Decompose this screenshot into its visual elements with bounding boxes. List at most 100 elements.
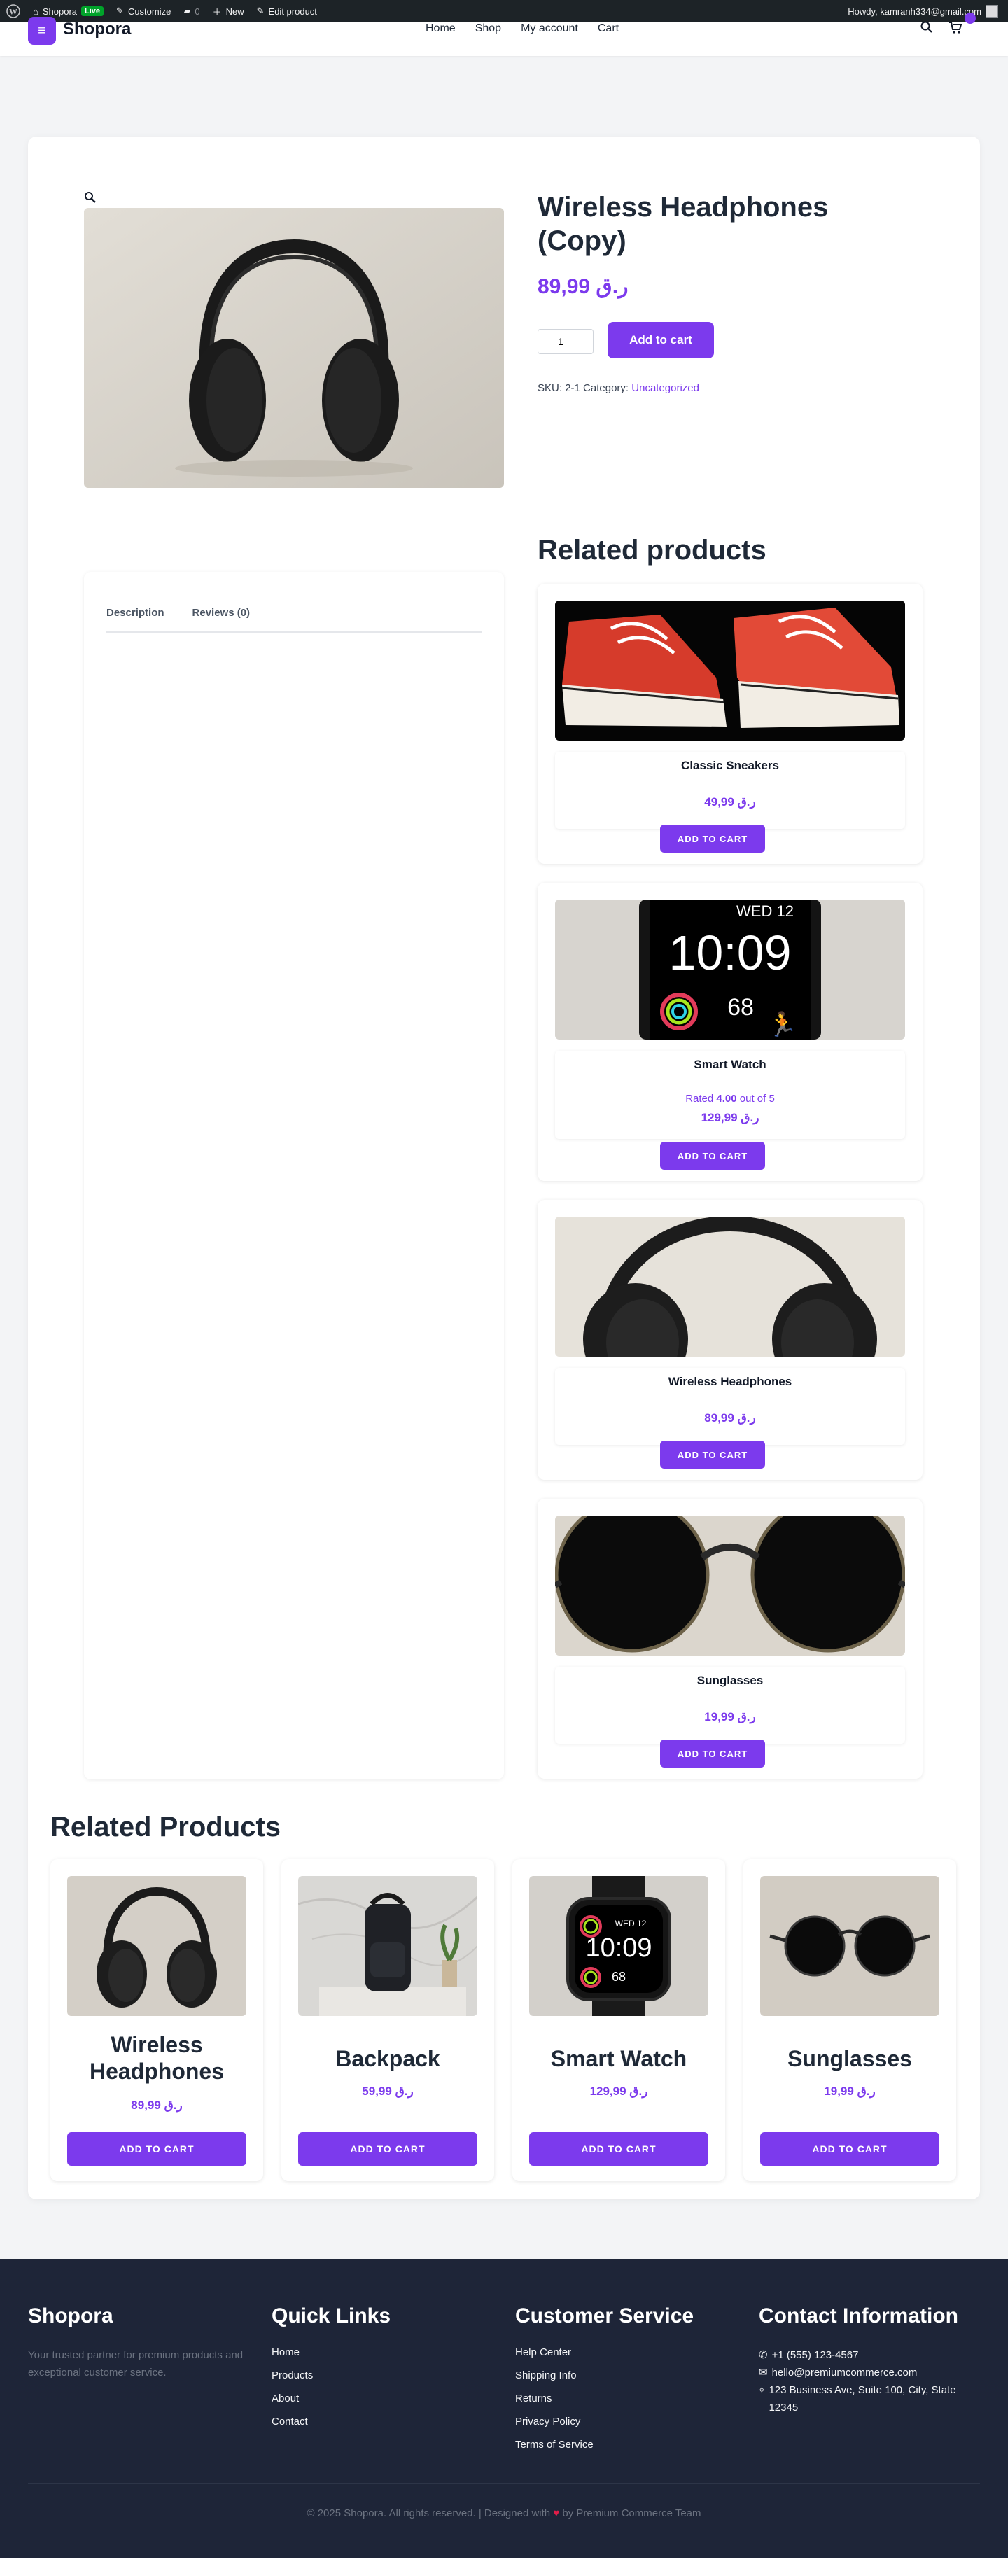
related-product-price: ر.ق 129,99 [701, 1111, 760, 1124]
edit-product-link[interactable]: ✎ Edit product [251, 0, 323, 22]
headphones-image[interactable] [67, 1876, 246, 2016]
sunglasses-image[interactable] [760, 1876, 939, 2016]
related-product-info: Sunglasses ر.ق 19,99 [555, 1667, 905, 1744]
add-to-cart-button[interactable]: ADD TO CART [298, 2132, 477, 2166]
email-text: hello@premiumcommerce.com [771, 2367, 918, 2379]
plus-icon: ＋ [212, 6, 222, 18]
product-tabs: Description Reviews (0) [106, 607, 482, 633]
customize-label: Customize [127, 6, 172, 17]
footer-link-privacy[interactable]: Privacy Policy [515, 2416, 739, 2428]
related-product-info: Classic Sneakers ر.ق 49,99 [555, 752, 905, 829]
related-product-name[interactable]: Wireless Headphones [555, 1375, 905, 1389]
footer-link-shipping[interactable]: Shipping Info [515, 2370, 739, 2382]
category-link[interactable]: Uncategorized [631, 382, 699, 394]
sunglasses-image[interactable] [555, 1516, 905, 1656]
quantity-input[interactable] [538, 329, 594, 354]
related-product-card[interactable]: Sunglasses ر.ق 19,99 ADD TO CART [538, 1499, 923, 1779]
phone-text: +1 (555) 123-4567 [771, 2349, 859, 2361]
related-product-name[interactable]: Smart Watch [555, 1058, 905, 1072]
footer-brand: Shopora [28, 2304, 113, 2328]
heart-icon: ♥ [553, 2507, 560, 2519]
product-card-name[interactable]: Wireless Headphones [57, 2031, 256, 2085]
backpack-image[interactable] [298, 1876, 477, 2016]
footer-link-home[interactable]: Home [272, 2346, 496, 2359]
smart-watch-image[interactable]: WED 12 10:09 68 🏃 [555, 899, 905, 1040]
location-pin-icon: ⌖ [759, 2384, 765, 2396]
nav-shop[interactable]: Shop [475, 22, 501, 35]
related-product-name[interactable]: Classic Sneakers [555, 759, 905, 773]
sneakers-image[interactable] [555, 601, 905, 741]
tab-description[interactable]: Description [106, 607, 164, 619]
wordpress-logo-icon[interactable]: W [0, 0, 27, 22]
add-to-cart-button[interactable]: ADD TO CART [660, 1142, 765, 1170]
product-card[interactable]: Backpack ر.ق 59,99 ADD TO CART [281, 1859, 494, 2181]
add-to-cart-button[interactable]: ADD TO CART [660, 1740, 765, 1768]
howdy-text: Howdy, kamranh334@gmail.com [848, 6, 981, 17]
phone-icon: ✆ [759, 2349, 768, 2361]
nav-my-account[interactable]: My account [521, 22, 578, 35]
admin-site-name: Shopora [42, 6, 78, 17]
comment-icon: ▰ [183, 6, 191, 16]
comments-link[interactable]: ▰ 0 [177, 0, 206, 22]
nav-home[interactable]: Home [426, 22, 456, 35]
live-badge: Live [81, 6, 104, 16]
product-card-price: ر.ق 89,99 [131, 2099, 183, 2112]
brush-icon: ✎ [116, 6, 124, 16]
footer-quick-links: Quick Links Home Products About Contact [272, 2304, 496, 2439]
add-to-cart-button[interactable]: ADD TO CART [529, 2132, 708, 2166]
cart-count-badge [965, 13, 976, 24]
product-card[interactable]: Sunglasses ر.ق 19,99 ADD TO CART [743, 1859, 956, 2181]
new-content-link[interactable]: ＋ New [206, 0, 251, 22]
related-product-name[interactable]: Sunglasses [555, 1674, 905, 1688]
rating-value: 4.00 [716, 1093, 737, 1105]
nav-cart[interactable]: Cart [598, 22, 619, 35]
add-to-cart-button[interactable]: Add to cart [608, 322, 714, 358]
related-product-info: Wireless Headphones ر.ق 89,99 [555, 1368, 905, 1445]
zoom-icon[interactable] [84, 191, 97, 204]
product-card-name[interactable]: Smart Watch [519, 2045, 718, 2072]
footer-link-products[interactable]: Products [272, 2370, 496, 2382]
page-bottom-strip [0, 2558, 1008, 2576]
product-image[interactable] [84, 208, 504, 488]
watch-date-text: WED 12 [736, 902, 794, 920]
related-product-card[interactable]: Classic Sneakers ر.ق 49,99 ADD TO CART [538, 584, 923, 864]
new-label: New [225, 6, 244, 17]
product-card[interactable]: Wireless Headphones ر.ق 89,99 ADD TO CAR… [50, 1859, 263, 2181]
home-icon: ⌂ [33, 6, 38, 17]
tab-reviews[interactable]: Reviews (0) [192, 607, 251, 619]
add-to-cart-button[interactable]: ADD TO CART [67, 2132, 246, 2166]
add-to-cart-button[interactable]: ADD TO CART [760, 2132, 939, 2166]
smart-watch-image[interactable]: WED 12 10:09 68 [529, 1876, 708, 2016]
copyright-prefix: © 2025 Shopora. All rights reserved. | D… [307, 2507, 551, 2519]
add-to-cart-button[interactable]: ADD TO CART [660, 1441, 765, 1469]
product-card-name[interactable]: Backpack [288, 2045, 487, 2072]
category-label: Category: [583, 382, 629, 394]
footer-contact-title: Contact Information [759, 2304, 958, 2328]
site-footer: Shopora Your trusted partner for premium… [0, 2259, 1008, 2558]
product-card[interactable]: WED 12 10:09 68 Smart Watch ر.ق 129,99 A… [512, 1859, 725, 2181]
cart-icon[interactable] [948, 20, 962, 34]
search-icon[interactable] [920, 20, 934, 34]
footer-link-contact[interactable]: Contact [272, 2416, 496, 2428]
watch-number-text: 68 [612, 1970, 626, 1984]
add-to-cart-button[interactable]: ADD TO CART [660, 825, 765, 853]
footer-brand-column: Shopora Your trusted partner for premium… [28, 2304, 252, 2381]
footer-link-about[interactable]: About [272, 2393, 496, 2405]
product-card-name[interactable]: Sunglasses [750, 2045, 949, 2072]
related-product-card[interactable]: WED 12 10:09 68 🏃 Smart Watch Rated 4.00… [538, 883, 923, 1181]
headphones-image[interactable] [555, 1217, 905, 1357]
product-card-price: ر.ق 59,99 [362, 2085, 414, 2098]
menu-icon[interactable]: ≡ [28, 17, 56, 45]
rating-suffix: out of 5 [736, 1093, 775, 1105]
footer-link-terms[interactable]: Terms of Service [515, 2439, 739, 2451]
product-meta: SKU: 2-1 Category: Uncategorized [538, 382, 699, 394]
product-price: ر.ق 89,99 [538, 275, 629, 298]
address-text: 123 Business Ave, Suite 100, City, State… [769, 2384, 956, 2414]
related-product-price: ر.ق 49,99 [704, 795, 756, 808]
footer-link-returns[interactable]: Returns [515, 2393, 739, 2405]
account-menu[interactable]: Howdy, kamranh334@gmail.com [848, 5, 1008, 18]
related-product-card[interactable]: Wireless Headphones ر.ق 89,99 ADD TO CAR… [538, 1200, 923, 1480]
rating-prefix: Rated [685, 1093, 717, 1105]
site-logo[interactable]: Shopora [63, 20, 131, 39]
footer-link-help-center[interactable]: Help Center [515, 2346, 739, 2359]
